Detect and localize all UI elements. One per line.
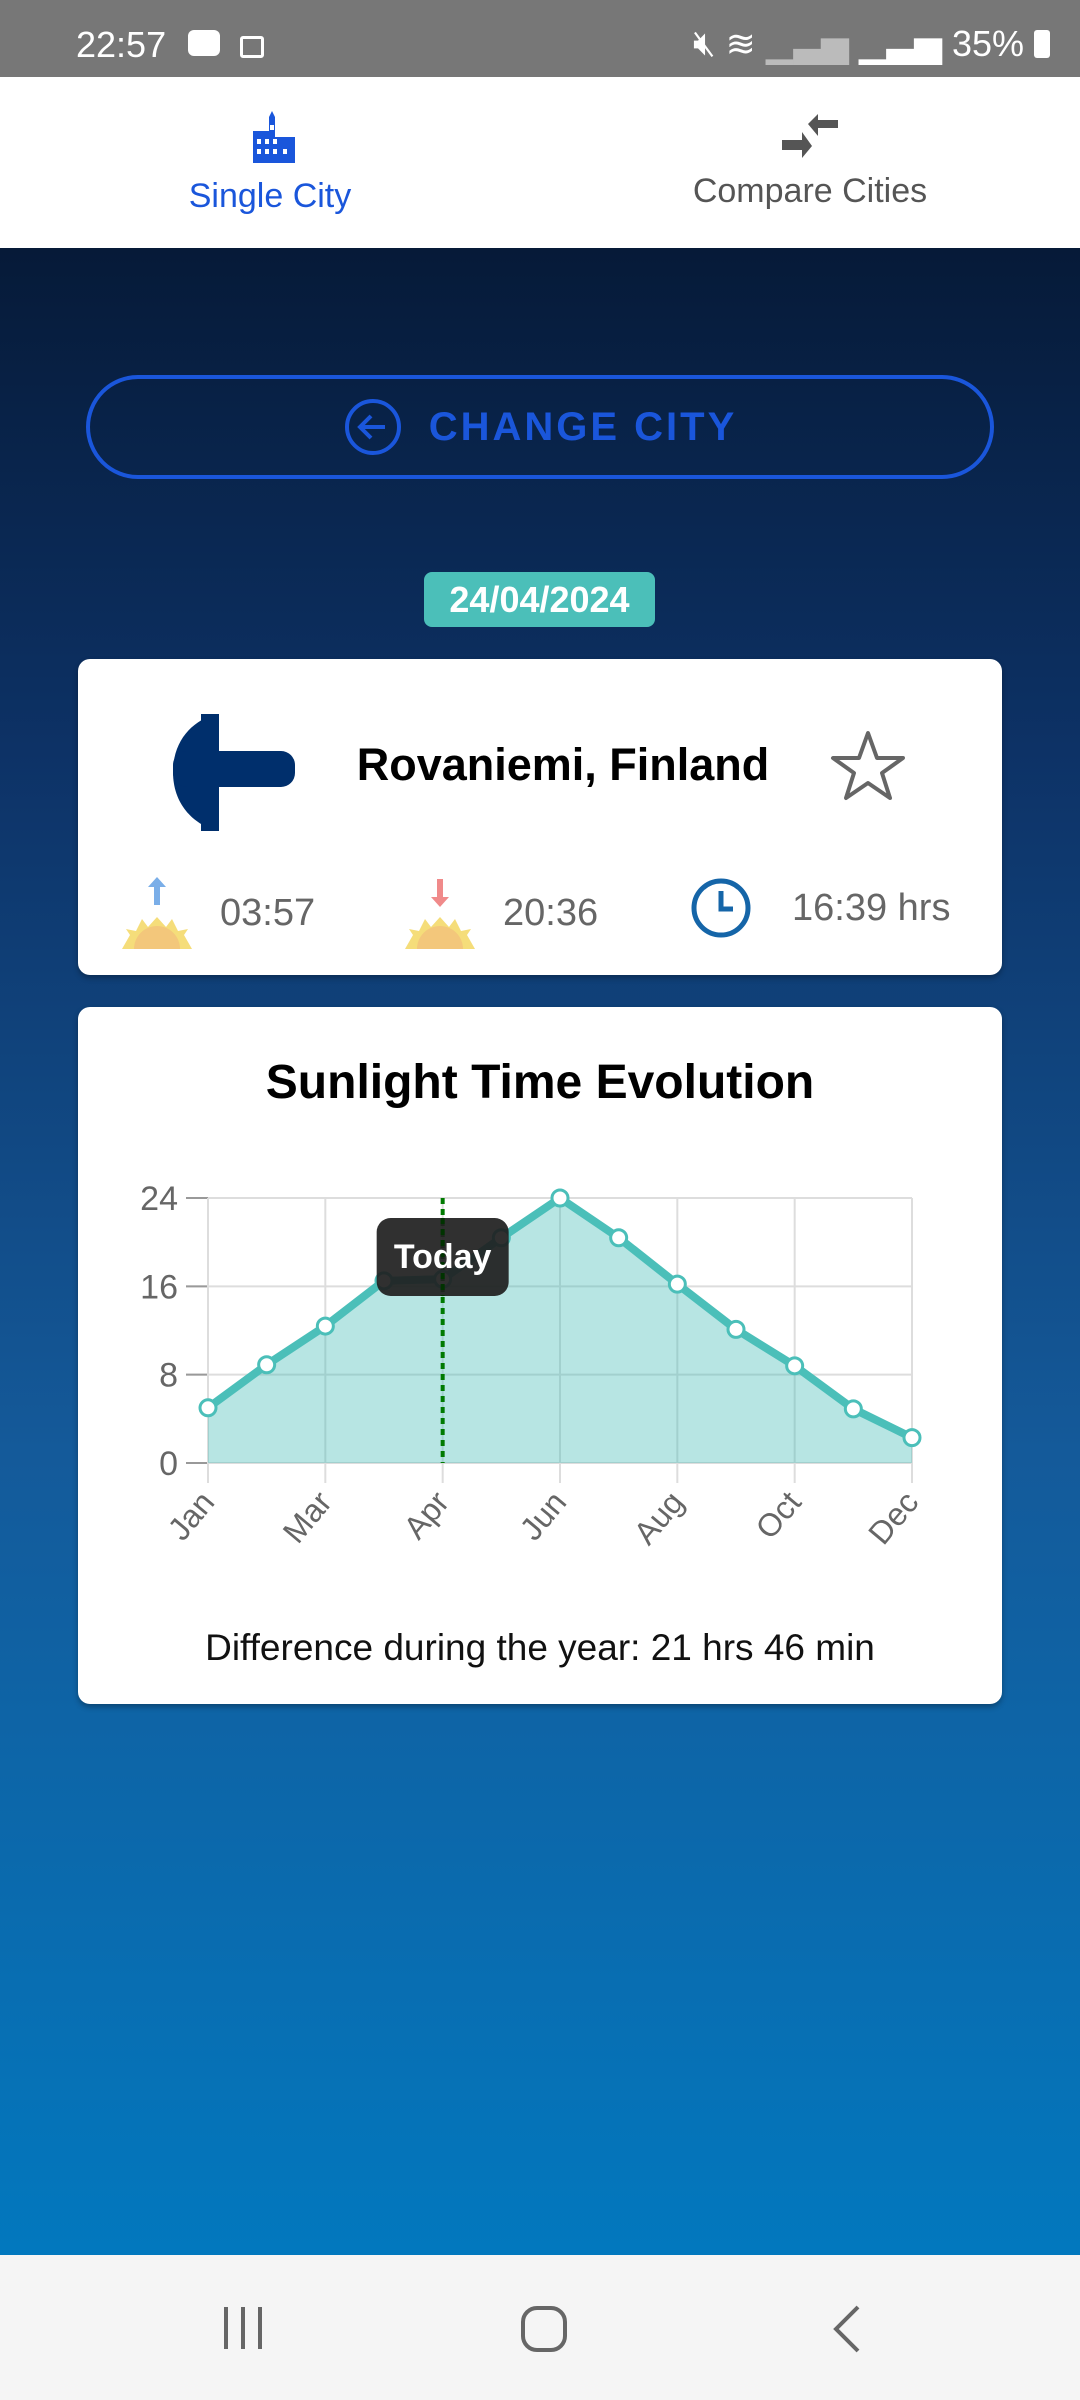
tab-label: Single City	[188, 177, 352, 215]
finland-flag	[173, 714, 295, 831]
sunset-icon	[405, 879, 475, 949]
tab-single-city[interactable]: Single City	[0, 77, 540, 248]
data-point	[726, 1319, 746, 1339]
status-time: 22:57	[76, 24, 167, 65]
x-tick-label: Apr	[396, 1484, 456, 1546]
wifi-icon: ≋	[725, 22, 756, 64]
back-button[interactable]	[830, 2305, 864, 2358]
arrow-left-circle-icon	[344, 399, 401, 455]
year-difference: Difference during the year: 21 hrs 46 mi…	[205, 1627, 875, 1668]
x-tick-label: Jan	[161, 1484, 222, 1547]
battery-icon	[1034, 29, 1050, 58]
status-bar: 22:57 🔇︎ ≋ ▁▃▅ ▁▃▅ 35%	[0, 0, 1080, 77]
daylight-duration: 16:39 hrs	[792, 886, 951, 929]
mute-icon: 🔇︎	[692, 22, 716, 63]
x-tick-label: Oct	[748, 1484, 808, 1545]
y-tick-label: 16	[140, 1268, 178, 1306]
x-tick-label: Mar	[276, 1484, 339, 1550]
data-point	[257, 1355, 277, 1375]
signal-icon: ▁▃▅	[765, 22, 849, 64]
date-badge: 24/04/2024	[424, 572, 655, 627]
signal-icon: ▁▃▅	[858, 22, 942, 64]
fm-radio-icon	[188, 30, 220, 56]
tab-label: Compare Cities	[692, 172, 928, 210]
city-icon	[253, 111, 295, 163]
change-city-button[interactable]: CHANGE CITY	[86, 375, 994, 479]
x-tick-label: Aug	[627, 1484, 691, 1551]
x-tick-label: Jun	[513, 1484, 574, 1547]
data-point	[198, 1398, 218, 1418]
y-tick-label: 24	[140, 1180, 178, 1218]
y-tick-label: 8	[159, 1357, 178, 1395]
lock-icon	[240, 36, 264, 58]
main-content: CHANGE CITY 24/04/2024 Rovaniemi, Finlan…	[0, 248, 1080, 2255]
system-nav-bar	[0, 2255, 1080, 2400]
tab-bar: Single City Compare Cities	[0, 77, 1080, 248]
city-name: Rovaniemi, Finland	[356, 739, 770, 790]
data-point	[550, 1188, 570, 1208]
compare-arrows-icon	[782, 114, 838, 158]
favorite-star-icon[interactable]	[830, 729, 906, 801]
data-point	[785, 1356, 805, 1376]
sunlight-chart: 0 8 16 24 Jan Mar Apr Jun Aug Oct Dec Today	[140, 1180, 925, 1551]
recent-apps-button[interactable]	[220, 2305, 266, 2356]
chart-card: Sunlight Time Evolution 0 8 16 24 Jan Mar Apr J…	[78, 1007, 1002, 1704]
today-label: Today	[394, 1238, 492, 1276]
data-point	[667, 1274, 687, 1294]
sunrise-time: 03:57	[220, 891, 316, 934]
daylight-info: 16:39 hrs	[690, 877, 950, 939]
sunset-info: 20:36	[405, 877, 598, 949]
sunset-time: 20:36	[503, 891, 599, 934]
x-tick-label: Dec	[861, 1484, 925, 1551]
sunrise-icon	[122, 877, 192, 949]
data-point	[315, 1316, 335, 1336]
home-button[interactable]	[520, 2305, 568, 2358]
tab-compare-cities[interactable]: Compare Cities	[540, 77, 1080, 248]
y-tick-label: 0	[159, 1445, 178, 1483]
sunrise-info: 03:57	[122, 877, 315, 949]
change-city-label: CHANGE CITY	[428, 404, 738, 449]
city-card: Rovaniemi, Finland 03:57 20:36 16:39 hrs	[78, 659, 1002, 975]
battery-text: 35%	[951, 22, 1024, 64]
data-point	[902, 1428, 922, 1448]
data-point	[843, 1399, 863, 1419]
clock-icon	[691, 878, 751, 938]
data-point	[609, 1228, 629, 1248]
